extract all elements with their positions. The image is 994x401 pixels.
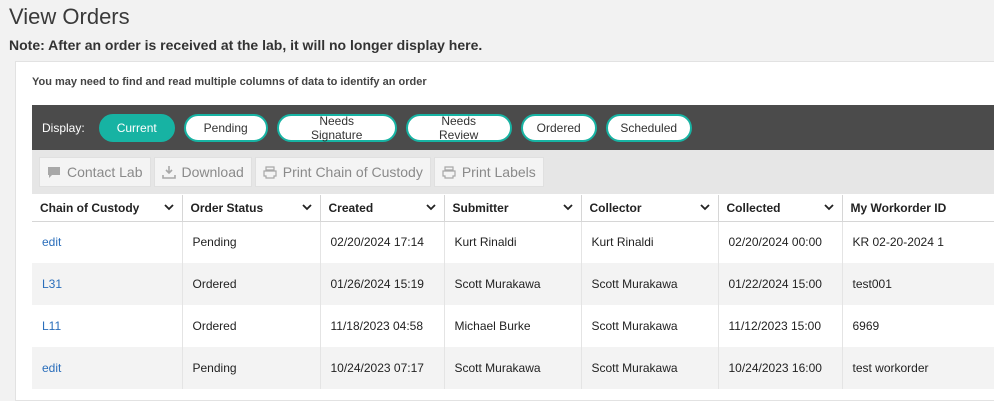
submitter-cell: Scott Murakawa: [444, 347, 581, 389]
printer-icon: [442, 166, 456, 179]
print-labels-button[interactable]: Print Labels: [434, 157, 544, 187]
filter-scheduled-button[interactable]: Scheduled: [606, 114, 692, 142]
order-status-cell: Pending: [182, 347, 320, 389]
table-row[interactable]: L31 Ordered 01/26/2024 15:19 Scott Murak…: [32, 263, 994, 305]
column-header-chain-of-custody[interactable]: Chain of Custody: [32, 195, 182, 221]
chat-icon: [47, 166, 61, 179]
column-header-submitter[interactable]: Submitter: [444, 195, 581, 221]
workorder-id-cell: KR 02-20-2024 1: [842, 221, 994, 263]
print-labels-label: Print Labels: [462, 164, 536, 180]
collector-cell: Scott Murakawa: [581, 305, 718, 347]
chain-of-custody-link[interactable]: L31: [42, 277, 62, 291]
chevron-down-icon[interactable]: [426, 204, 436, 211]
filter-current-button[interactable]: Current: [99, 114, 175, 142]
chain-of-custody-link[interactable]: edit: [42, 361, 61, 375]
chevron-down-icon[interactable]: [824, 204, 834, 211]
orders-table: Chain of Custody Order Status Created Su…: [32, 195, 994, 389]
order-status-cell: Pending: [182, 221, 320, 263]
chevron-down-icon[interactable]: [563, 204, 573, 211]
collected-cell: 11/12/2023 15:00: [718, 305, 842, 347]
column-header-order-status[interactable]: Order Status: [182, 195, 320, 221]
filter-pending-button[interactable]: Pending: [184, 114, 268, 142]
chevron-down-icon[interactable]: [700, 204, 710, 211]
table-header-row: Chain of Custody Order Status Created Su…: [32, 195, 994, 221]
chevron-down-icon[interactable]: [302, 204, 312, 211]
chain-of-custody-link[interactable]: L11: [42, 319, 61, 333]
chain-of-custody-cell[interactable]: L11: [32, 305, 182, 347]
workorder-id-cell: test001: [842, 263, 994, 305]
contact-lab-button[interactable]: Contact Lab: [39, 157, 151, 187]
collected-cell: 02/20/2024 00:00: [718, 221, 842, 263]
chain-of-custody-cell[interactable]: edit: [32, 221, 182, 263]
display-label: Display:: [42, 121, 85, 135]
chain-of-custody-link[interactable]: edit: [42, 235, 61, 249]
order-status-cell: Ordered: [182, 305, 320, 347]
column-header-my-workorder-id[interactable]: My Workorder ID: [842, 195, 994, 221]
print-chain-of-custody-button[interactable]: Print Chain of Custody: [255, 157, 431, 187]
column-header-collected[interactable]: Collected: [718, 195, 842, 221]
display-filter-bar: Display: Current Pending Needs Signature…: [32, 105, 994, 150]
printer-icon: [263, 166, 277, 179]
page-note: Note: After an order is received at the …: [9, 37, 482, 53]
contact-lab-label: Contact Lab: [67, 164, 143, 180]
actions-toolbar: Contact Lab Download Print Chain of Cust…: [32, 150, 994, 194]
submitter-cell: Kurt Rinaldi: [444, 221, 581, 263]
filter-needs-signature-button[interactable]: Needs Signature: [277, 114, 397, 142]
collector-cell: Scott Murakawa: [581, 263, 718, 305]
collected-cell: 10/24/2023 16:00: [718, 347, 842, 389]
collector-cell: Scott Murakawa: [581, 347, 718, 389]
collector-cell: Kurt Rinaldi: [581, 221, 718, 263]
chain-of-custody-cell[interactable]: edit: [32, 347, 182, 389]
print-chain-of-custody-label: Print Chain of Custody: [283, 164, 423, 180]
table-row[interactable]: L11 Ordered 11/18/2023 04:58 Michael Bur…: [32, 305, 994, 347]
filter-ordered-button[interactable]: Ordered: [521, 114, 597, 142]
workorder-id-cell: test workorder: [842, 347, 994, 389]
submitter-cell: Scott Murakawa: [444, 263, 581, 305]
chevron-down-icon[interactable]: [164, 204, 174, 211]
hint-text: You may need to find and read multiple c…: [32, 76, 427, 88]
created-cell: 01/26/2024 15:19: [320, 263, 444, 305]
created-cell: 11/18/2023 04:58: [320, 305, 444, 347]
column-header-collector[interactable]: Collector: [581, 195, 718, 221]
page-title: View Orders: [9, 4, 130, 30]
created-cell: 02/20/2024 17:14: [320, 221, 444, 263]
filter-needs-review-button[interactable]: Needs Review: [406, 114, 512, 142]
download-button[interactable]: Download: [154, 157, 252, 187]
order-status-cell: Ordered: [182, 263, 320, 305]
collected-cell: 01/22/2024 15:00: [718, 263, 842, 305]
table-row[interactable]: edit Pending 10/24/2023 07:17 Scott Mura…: [32, 347, 994, 389]
table-row[interactable]: edit Pending 02/20/2024 17:14 Kurt Rinal…: [32, 221, 994, 263]
created-cell: 10/24/2023 07:17: [320, 347, 444, 389]
column-header-created[interactable]: Created: [320, 195, 444, 221]
chain-of-custody-cell[interactable]: L31: [32, 263, 182, 305]
download-label: Download: [182, 164, 244, 180]
download-icon: [162, 165, 176, 179]
orders-card: You may need to find and read multiple c…: [15, 61, 994, 401]
submitter-cell: Michael Burke: [444, 305, 581, 347]
workorder-id-cell: 6969: [842, 305, 994, 347]
